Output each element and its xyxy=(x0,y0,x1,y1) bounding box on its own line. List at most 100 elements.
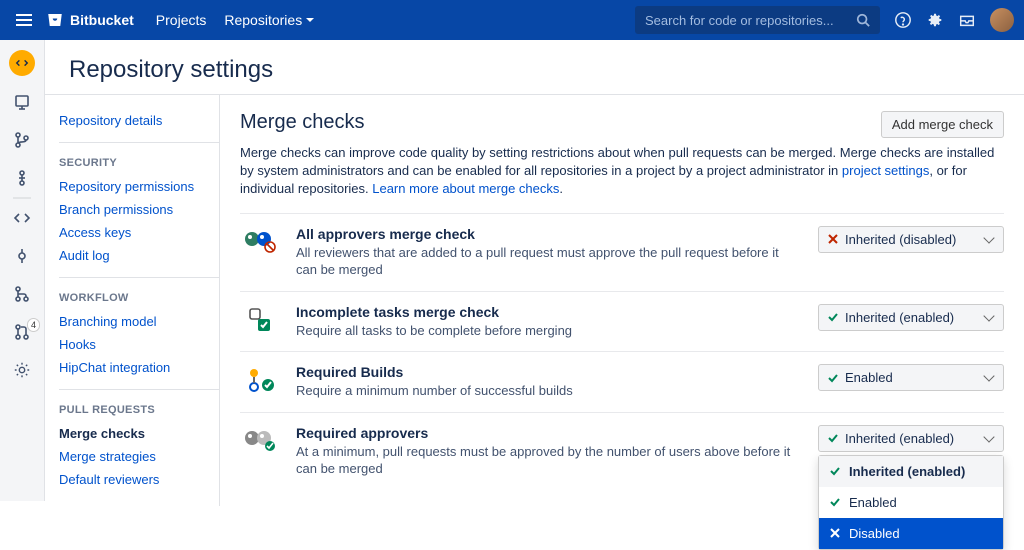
menu-label: Enabled xyxy=(849,495,897,510)
menu-label: Disabled xyxy=(849,526,900,541)
nav-projects[interactable]: Projects xyxy=(156,12,207,28)
left-rail: 4 xyxy=(0,40,45,501)
rail-repo-icon[interactable] xyxy=(9,50,35,76)
search-box[interactable] xyxy=(635,6,880,34)
rail-pr-icon[interactable]: 4 xyxy=(10,320,34,344)
menu-label: Inherited (enabled) xyxy=(849,464,965,479)
check-state-dropdown-open[interactable]: Inherited (enabled) Inherited (enabled) … xyxy=(818,425,1004,452)
check-title: All approvers merge check xyxy=(296,226,802,242)
state-menu: Inherited (enabled) Enabled Disabled xyxy=(818,455,1004,550)
check-state-label: Inherited (enabled) xyxy=(845,431,979,446)
gear-icon[interactable] xyxy=(926,11,944,29)
check-text: Incomplete tasks merge check Require all… xyxy=(296,304,802,340)
cross-icon xyxy=(827,233,839,245)
merge-check-row: Incomplete tasks merge check Require all… xyxy=(240,291,1004,352)
rail-settings-icon[interactable] xyxy=(10,358,34,382)
rail-branches-icon[interactable] xyxy=(10,128,34,152)
sidebar-branch-permissions[interactable]: Branch permissions xyxy=(59,198,219,221)
rail-badge: 4 xyxy=(27,318,40,332)
check-state-dropdown[interactable]: Inherited (disabled) xyxy=(818,226,1004,253)
chevron-down-icon xyxy=(983,371,994,382)
content-header: Merge checks Add merge check xyxy=(240,111,1004,138)
check-title: Incomplete tasks merge check xyxy=(296,304,802,320)
chevron-down-icon xyxy=(306,18,314,22)
sidebar-access-keys[interactable]: Access keys xyxy=(59,221,219,244)
intro-text: Merge checks can improve code quality by… xyxy=(240,144,1004,199)
sidebar-header-pr: PULL REQUESTS xyxy=(59,389,219,422)
rail-commits2-icon[interactable] xyxy=(10,244,34,268)
sidebar-hooks[interactable]: Hooks xyxy=(59,333,219,356)
top-nav: Projects Repositories xyxy=(156,12,314,28)
intro-period: . xyxy=(559,181,563,196)
check-text: Required approvers At a minimum, pull re… xyxy=(296,425,802,478)
sidebar-header-security: SECURITY xyxy=(59,142,219,175)
nav-repositories[interactable]: Repositories xyxy=(224,12,314,28)
check-icon xyxy=(827,372,839,384)
rail-source-icon[interactable] xyxy=(10,206,34,230)
top-bar: Bitbucket Projects Repositories xyxy=(0,0,1024,40)
check-text: Required Builds Require a minimum number… xyxy=(296,364,802,400)
check-state-dropdown[interactable]: Enabled xyxy=(818,364,1004,391)
menu-enabled[interactable]: Enabled xyxy=(819,487,1003,518)
check-desc: At a minimum, pull requests must be appr… xyxy=(296,443,802,478)
page-title: Repository settings xyxy=(69,56,1000,84)
sidebar-repo-details[interactable]: Repository details xyxy=(59,109,219,132)
menu-inherited-enabled[interactable]: Inherited (enabled) xyxy=(819,456,1003,487)
logo[interactable]: Bitbucket xyxy=(46,11,134,29)
check-icon xyxy=(829,465,841,477)
chevron-down-icon xyxy=(983,310,994,321)
help-icon[interactable] xyxy=(894,11,912,29)
add-merge-check-button[interactable]: Add merge check xyxy=(881,111,1004,138)
main: Repository settings Repository details S… xyxy=(45,40,1024,501)
check-title: Required approvers xyxy=(296,425,802,441)
body: Repository details SECURITY Repository p… xyxy=(45,94,1024,506)
sidebar-merge-strategies[interactable]: Merge strategies xyxy=(59,445,219,468)
check-state-dropdown[interactable]: Inherited (enabled) xyxy=(818,304,1004,331)
sidebar-header-workflow: WORKFLOW xyxy=(59,277,219,310)
logo-text: Bitbucket xyxy=(70,12,134,28)
nav-repositories-label: Repositories xyxy=(224,12,302,28)
chevron-down-icon xyxy=(983,232,994,243)
chevron-down-icon xyxy=(983,431,994,442)
top-icons xyxy=(894,8,1014,32)
layout: 4 Repository settings Repository details… xyxy=(0,40,1024,501)
project-settings-link[interactable]: project settings xyxy=(842,163,929,178)
sidebar-audit-log[interactable]: Audit log xyxy=(59,244,219,267)
menu-toggle-icon[interactable] xyxy=(10,8,38,32)
check-state-label: Inherited (disabled) xyxy=(845,232,979,247)
rail-commits-icon[interactable] xyxy=(10,166,34,190)
content: Merge checks Add merge check Merge check… xyxy=(220,95,1024,506)
required-approvers-icon xyxy=(240,425,280,457)
check-desc: Require all tasks to be complete before … xyxy=(296,322,802,340)
sidebar-merge-checks[interactable]: Merge checks xyxy=(59,422,219,445)
menu-disabled[interactable]: Disabled xyxy=(819,518,1003,549)
page-header: Repository settings xyxy=(45,40,1024,94)
merge-check-row: Required Builds Require a minimum number… xyxy=(240,351,1004,412)
rail-branch2-icon[interactable] xyxy=(10,282,34,306)
avatar[interactable] xyxy=(990,8,1014,32)
search-input[interactable] xyxy=(645,13,856,28)
inbox-icon[interactable] xyxy=(958,11,976,29)
merge-check-row: Required approvers At a minimum, pull re… xyxy=(240,412,1004,490)
check-desc: All reviewers that are added to a pull r… xyxy=(296,244,802,279)
check-desc: Require a minimum number of successful b… xyxy=(296,382,802,400)
check-icon xyxy=(829,496,841,508)
content-title: Merge checks xyxy=(240,111,365,134)
sidebar-branching-model[interactable]: Branching model xyxy=(59,310,219,333)
cross-icon xyxy=(829,527,841,539)
check-icon xyxy=(827,311,839,323)
sidebar-hipchat[interactable]: HipChat integration xyxy=(59,356,219,379)
learn-more-link[interactable]: Learn more about merge checks xyxy=(372,181,559,196)
settings-sidebar: Repository details SECURITY Repository p… xyxy=(45,95,220,506)
check-text: All approvers merge check All reviewers … xyxy=(296,226,802,279)
check-title: Required Builds xyxy=(296,364,802,380)
sidebar-default-reviewers[interactable]: Default reviewers xyxy=(59,468,219,491)
check-state-label: Inherited (enabled) xyxy=(845,310,979,325)
search-icon xyxy=(856,13,870,27)
check-icon xyxy=(827,432,839,444)
sidebar-repo-permissions[interactable]: Repository permissions xyxy=(59,175,219,198)
bitbucket-icon xyxy=(46,11,64,29)
tasks-icon xyxy=(240,304,280,336)
check-state-label: Enabled xyxy=(845,370,979,385)
rail-clone-icon[interactable] xyxy=(10,90,34,114)
